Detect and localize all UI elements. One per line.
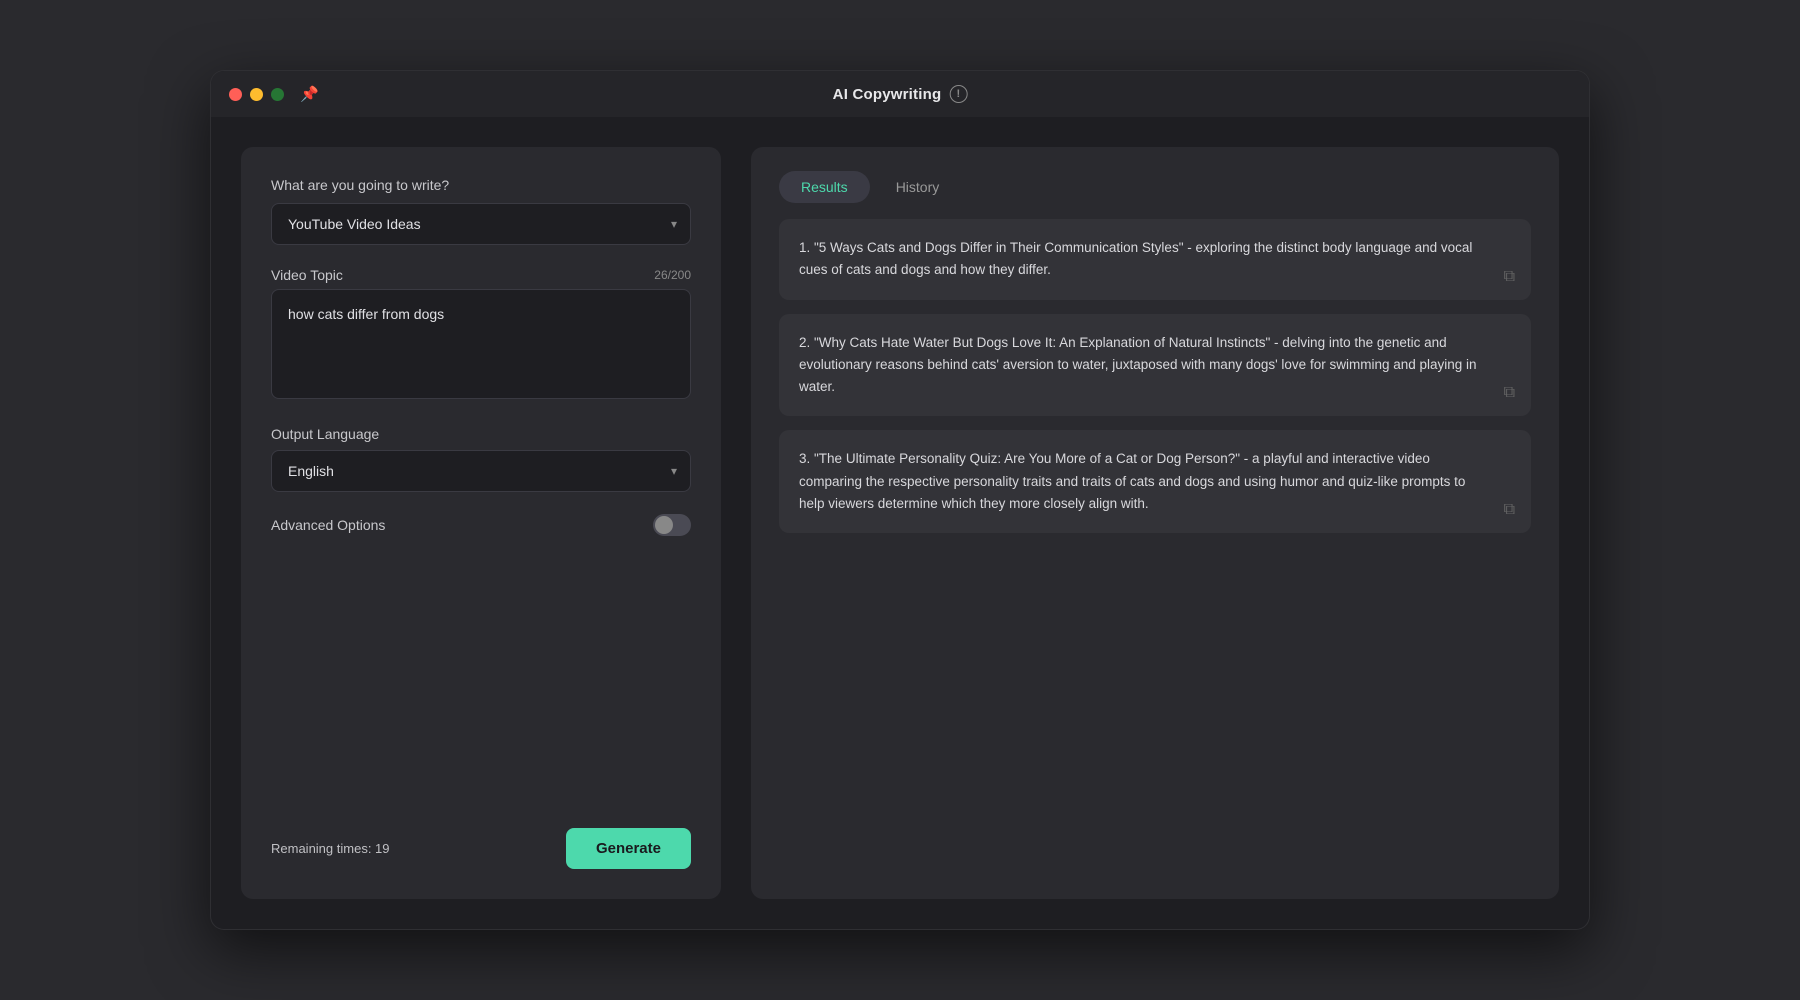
traffic-lights: 📌	[229, 85, 319, 103]
left-panel: What are you going to write? YouTube Vid…	[241, 147, 721, 899]
right-panel: Results History 1. "5 Ways Cats and Dogs…	[751, 147, 1559, 899]
app-window: 📌 AI Copywriting ! What are you going to…	[210, 70, 1590, 930]
result-text-2: 2. "Why Cats Hate Water But Dogs Love It…	[799, 332, 1511, 399]
output-language-label: Output Language	[271, 426, 691, 442]
result-text-3: 3. "The Ultimate Personality Quiz: Are Y…	[799, 448, 1511, 515]
generate-button[interactable]: Generate	[566, 828, 691, 869]
video-topic-section: Video Topic 26/200	[271, 267, 691, 404]
video-topic-label: Video Topic	[271, 267, 343, 283]
close-button[interactable]	[229, 88, 242, 101]
result-card-2: 2. "Why Cats Hate Water But Dogs Love It…	[779, 314, 1531, 417]
tabs-row: Results History	[779, 171, 1531, 203]
copy-icon-3[interactable]: ⧉	[1504, 501, 1515, 519]
output-language-section: Output Language English ▾	[271, 426, 691, 492]
write-type-dropdown[interactable]: YouTube Video Ideas	[271, 203, 691, 245]
video-topic-header: Video Topic 26/200	[271, 267, 691, 283]
maximize-button[interactable]	[271, 88, 284, 101]
pin-icon: 📌	[300, 85, 319, 103]
tab-history[interactable]: History	[874, 171, 962, 203]
write-type-section: What are you going to write? YouTube Vid…	[271, 177, 691, 245]
write-type-label: What are you going to write?	[271, 177, 691, 193]
advanced-options-row: Advanced Options	[271, 514, 691, 536]
result-card-3: 3. "The Ultimate Personality Quiz: Are Y…	[779, 430, 1531, 533]
video-topic-textarea[interactable]	[271, 289, 691, 399]
minimize-button[interactable]	[250, 88, 263, 101]
app-title: AI Copywriting	[833, 86, 942, 103]
tab-results[interactable]: Results	[779, 171, 870, 203]
titlebar-center: AI Copywriting !	[833, 85, 968, 103]
language-dropdown-wrapper: English ▾	[271, 450, 691, 492]
titlebar: 📌 AI Copywriting !	[211, 71, 1589, 117]
advanced-options-toggle[interactable]	[653, 514, 691, 536]
toggle-knob	[655, 516, 673, 534]
result-text-1: 1. "5 Ways Cats and Dogs Differ in Their…	[799, 237, 1511, 282]
advanced-options-label: Advanced Options	[271, 517, 385, 533]
char-count: 26/200	[654, 268, 691, 282]
main-content: What are you going to write? YouTube Vid…	[211, 117, 1589, 929]
copy-icon-1[interactable]: ⧉	[1504, 268, 1515, 286]
info-icon[interactable]: !	[949, 85, 967, 103]
remaining-text: Remaining times: 19	[271, 841, 390, 856]
result-card-1: 1. "5 Ways Cats and Dogs Differ in Their…	[779, 219, 1531, 300]
results-list: 1. "5 Ways Cats and Dogs Differ in Their…	[779, 219, 1531, 875]
copy-icon-2[interactable]: ⧉	[1504, 384, 1515, 402]
write-type-dropdown-wrapper: YouTube Video Ideas ▾	[271, 203, 691, 245]
language-dropdown[interactable]: English	[271, 450, 691, 492]
footer-row: Remaining times: 19 Generate	[271, 828, 691, 869]
